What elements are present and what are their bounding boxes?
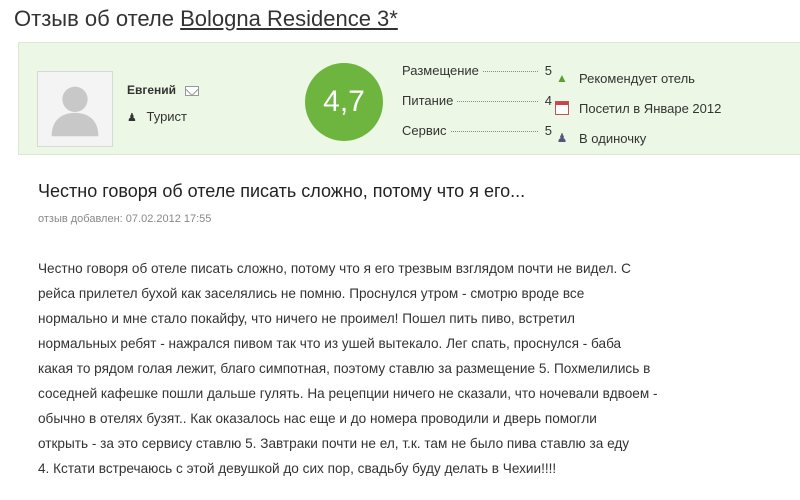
- review-body: Честно говоря об отеле писать сложно, по…: [38, 256, 788, 481]
- review-text-line: нормально и мне стало покайфу, что ничег…: [38, 311, 575, 326]
- reviewer-role-row: ♟ Турист: [127, 109, 187, 124]
- review-text-line: какая то рядом голая лежит, благо симпот…: [38, 361, 651, 376]
- meta-visited: Посетил в Январе 2012: [555, 93, 721, 123]
- rating-row: Размещение 5: [402, 63, 552, 93]
- review-date: отзыв добавлен: 07.02.2012 17:55: [38, 213, 212, 225]
- page-title: Отзыв об отеле Bologna Residence 3*: [14, 6, 398, 32]
- rating-label: Сервис: [402, 123, 447, 138]
- thumbs-up-icon: ▲: [556, 71, 568, 85]
- rating-value: 5: [544, 123, 552, 138]
- review-title: Честно говоря об отеле писать сложно, по…: [38, 181, 526, 201]
- review-text-line: рейса прилетел бухой как заселялись не п…: [38, 286, 585, 301]
- review-summary-card: Евгений ♟ Турист 4,7 Размещение 5 Питани…: [18, 42, 800, 155]
- rating-label: Питание: [402, 93, 454, 108]
- overall-score: 4,7: [305, 63, 383, 141]
- review-text-line: нормальных ребят - нажрался пивом так чт…: [38, 336, 622, 351]
- meta-travel-type: ♟ В одиночку: [555, 123, 721, 153]
- rating-label: Размещение: [402, 63, 479, 78]
- rating-value: 4: [544, 93, 552, 108]
- rating-row: Сервис 5: [402, 123, 552, 153]
- rating-dots: [482, 71, 538, 72]
- meta-text: В одиночку: [579, 130, 647, 146]
- rating-value: 5: [544, 63, 552, 78]
- calendar-icon: [555, 101, 569, 115]
- reviewer-name-row: Евгений: [127, 83, 200, 97]
- meta-text: Рекомендует отель: [579, 70, 695, 86]
- group-icon: ♟: [556, 131, 568, 145]
- rating-dots: [450, 131, 538, 132]
- meta-text: Посетил в Январе 2012: [579, 100, 722, 116]
- review-text-line: обычно в отелях бузят.. Как оказалось на…: [38, 411, 597, 426]
- review-text-line: открыть - за это сервису ставлю 5. Завтр…: [38, 436, 630, 451]
- ratings-list: Размещение 5 Питание 4 Сервис 5: [402, 63, 552, 153]
- review-text-line: соседней кафешке пошли дальше гулять. На…: [38, 386, 658, 401]
- reviewer-name[interactable]: Евгений: [127, 83, 176, 97]
- visit-meta: ▲ Рекомендует отель Посетил в Январе 201…: [555, 63, 721, 153]
- rating-row: Питание 4: [402, 93, 552, 123]
- mail-icon[interactable]: [185, 85, 200, 96]
- user-silhouette-icon: [38, 72, 112, 146]
- person-icon: ♟: [127, 112, 137, 124]
- rating-dots: [457, 101, 538, 102]
- avatar[interactable]: [37, 71, 113, 147]
- review-text-line: Честно говоря об отеле писать сложно, по…: [38, 261, 631, 276]
- review-text-line: 4. Кстати встречаюсь с этой девушкой до …: [38, 461, 557, 476]
- hotel-link[interactable]: Bologna Residence 3*: [180, 6, 398, 31]
- page-title-prefix: Отзыв об отеле: [14, 6, 174, 31]
- reviewer-role: Турист: [146, 109, 188, 124]
- meta-recommend: ▲ Рекомендует отель: [555, 63, 721, 93]
